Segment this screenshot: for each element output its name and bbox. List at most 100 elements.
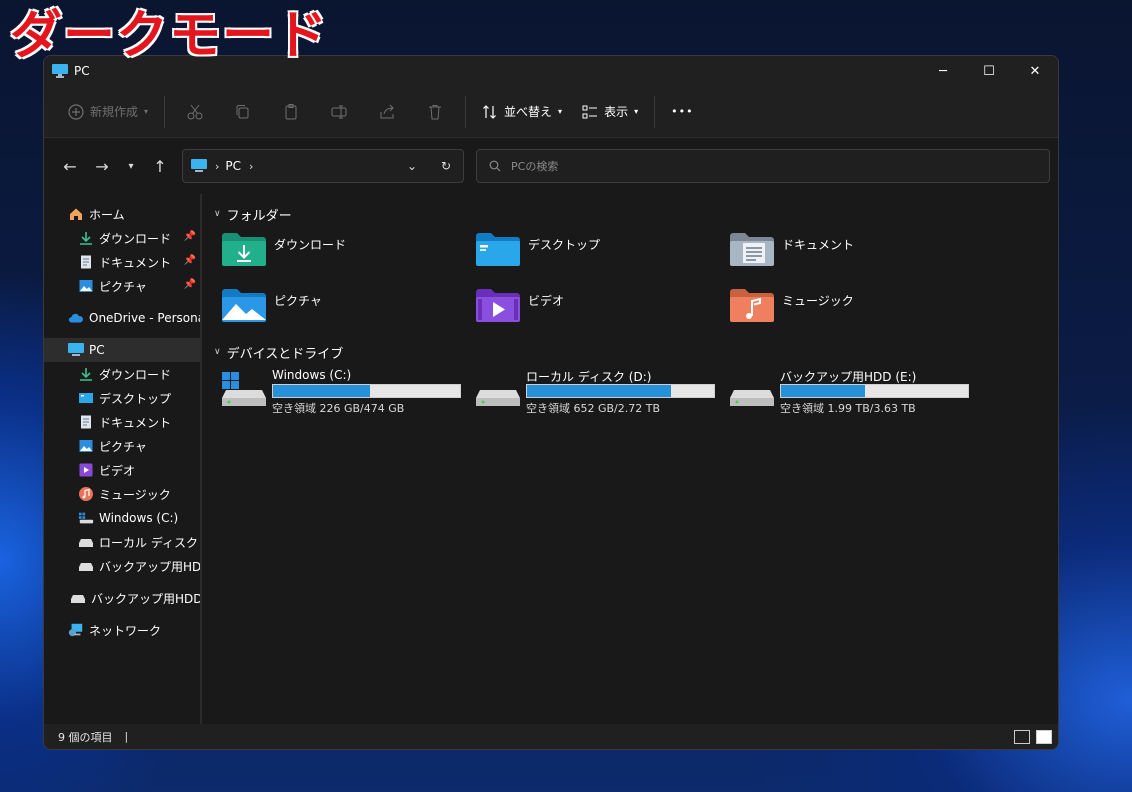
folder-label: ダウンロード xyxy=(274,238,347,252)
share-button[interactable] xyxy=(363,95,411,129)
sidebar-item-label: デスクトップ xyxy=(99,391,172,406)
forward-button[interactable]: → xyxy=(86,150,118,182)
sidebar-item-onedrive[interactable]: OneDrive - Personal xyxy=(44,306,200,330)
toolbar-divider xyxy=(654,95,656,128)
drive-label: Windows (C:) xyxy=(272,368,352,382)
chevron-down-icon: ▾ xyxy=(144,107,149,116)
sidebar-item-label: ダウンロード xyxy=(99,367,172,382)
delete-button[interactable] xyxy=(411,95,459,129)
up-button[interactable]: ↑ xyxy=(144,150,176,182)
breadcrumb-pc[interactable]: PC xyxy=(225,159,241,173)
new-button[interactable]: 新規作成 ▾ xyxy=(58,95,158,129)
pin-icon[interactable]: 📌 xyxy=(184,255,196,266)
folder-videos[interactable]: ビデオ xyxy=(476,282,730,338)
sidebar-item-videos[interactable]: ビデオ xyxy=(44,458,200,482)
sidebar-item-home[interactable]: ホーム xyxy=(44,202,200,226)
folder-documents[interactable]: ドキュメント xyxy=(730,226,984,282)
music-icon xyxy=(78,486,94,502)
sidebar-item-label: ピクチャ xyxy=(99,439,147,454)
search-box[interactable]: PCの検索 xyxy=(476,149,1050,183)
sidebar-item-documents[interactable]: ドキュメント xyxy=(44,410,200,434)
sidebar-item-label: ネットワーク xyxy=(89,623,162,638)
network-icon xyxy=(68,622,84,638)
navigation-pane: ホーム ダウンロード 📌 ドキュメント 📌 ピクチャ 📌 OneDrive - … xyxy=(44,194,202,726)
folders-group-header[interactable]: ∨ フォルダー xyxy=(208,202,1058,226)
drive-free-space: 空き領域 1.99 TB/3.63 TB xyxy=(780,402,916,415)
folder-label: ミュージック xyxy=(782,294,854,308)
drives-group-header[interactable]: ∨ デバイスとドライブ xyxy=(208,340,1058,364)
drive-e[interactable]: バックアップ用HDD (E:) 空き領域 1.99 TB/3.63 TB xyxy=(730,368,984,418)
address-history-dropdown[interactable]: ⌄ xyxy=(395,159,429,173)
sort-label: 並べ替え xyxy=(504,105,553,119)
recent-locations-button[interactable]: ▾ xyxy=(118,150,144,182)
pictures-folder-icon xyxy=(222,289,266,322)
view-label: 表示 xyxy=(604,105,629,119)
download-icon xyxy=(78,366,94,382)
trash-icon xyxy=(429,104,442,119)
minimize-button[interactable]: ─ xyxy=(920,56,966,86)
pin-icon[interactable]: 📌 xyxy=(184,279,196,290)
sidebar-item-downloads[interactable]: ダウンロード xyxy=(44,362,200,386)
address-bar[interactable]: › PC › ⌄ ↻ xyxy=(182,149,464,183)
back-button[interactable]: ← xyxy=(54,150,86,182)
folder-pictures[interactable]: ピクチャ xyxy=(222,282,476,338)
sidebar-item-external-drive[interactable]: バックアップ用HDD (E:) xyxy=(44,586,200,610)
drive-usage-bar xyxy=(780,384,969,398)
folder-desktop[interactable]: デスクトップ xyxy=(476,226,730,282)
file-explorer-window: PC ─ ☐ ✕ 新規作成 ▾ 並べ替え ▾ 表示 ▾ ••• ← → ▾ ↑ … xyxy=(43,55,1059,750)
folder-label: デスクトップ xyxy=(528,238,601,252)
desktop-icon xyxy=(78,390,94,406)
sort-button[interactable]: 並べ替え ▾ xyxy=(472,95,572,129)
view-list-icon xyxy=(582,105,598,118)
copy-button[interactable] xyxy=(219,95,267,129)
share-icon xyxy=(380,104,394,118)
folder-downloads[interactable]: ダウンロード xyxy=(222,226,476,282)
drive-usage-bar xyxy=(272,384,461,398)
rename-button[interactable] xyxy=(315,95,363,129)
tiles-view-button[interactable] xyxy=(1036,729,1052,744)
close-button[interactable]: ✕ xyxy=(1012,56,1058,86)
sidebar-item-pc[interactable]: PC xyxy=(44,338,200,362)
view-button[interactable]: 表示 ▾ xyxy=(572,95,648,129)
pin-icon[interactable]: 📌 xyxy=(184,231,196,242)
folder-music[interactable]: ミュージック xyxy=(730,282,984,338)
sidebar-item-quick-documents[interactable]: ドキュメント 📌 xyxy=(44,250,200,274)
sidebar-item-quick-pictures[interactable]: ピクチャ 📌 xyxy=(44,274,200,298)
sidebar-item-music[interactable]: ミュージック xyxy=(44,482,200,506)
refresh-button[interactable]: ↻ xyxy=(429,159,463,173)
drive-d[interactable]: ローカル ディスク (D:) 空き領域 652 GB/2.72 TB xyxy=(476,368,730,418)
more-options-button[interactable]: ••• xyxy=(661,95,703,129)
sidebar-item-quick-downloads[interactable]: ダウンロード 📌 xyxy=(44,226,200,250)
item-count: 9 個の項目 xyxy=(58,730,113,744)
toolbar-divider xyxy=(465,95,467,128)
pc-icon xyxy=(191,159,207,172)
drive-c[interactable]: Windows (C:) 空き領域 226 GB/474 GB xyxy=(222,368,476,418)
drive-icon xyxy=(476,368,520,408)
sidebar-item-drive-d[interactable]: ローカル ディスク (D:) xyxy=(44,530,200,554)
sidebar-item-label: バックアップ用HDD (E:) xyxy=(91,591,200,606)
sidebar-item-label: Windows (C:) xyxy=(99,511,179,525)
music-folder-icon xyxy=(730,289,774,322)
sidebar-item-desktop[interactable]: デスクトップ xyxy=(44,386,200,410)
cut-button[interactable] xyxy=(171,95,219,129)
sidebar-item-drive-e[interactable]: バックアップ用HDD (E xyxy=(44,554,200,578)
sidebar-item-label: ホーム xyxy=(89,207,125,222)
sidebar-item-label: OneDrive - Personal xyxy=(89,311,200,325)
navigation-bar: ← → ▾ ↑ › PC › ⌄ ↻ PCの検索 xyxy=(44,138,1058,194)
drives-grid: Windows (C:) 空き領域 226 GB/474 GB ローカル ディス… xyxy=(208,368,1058,418)
chevron-down-icon: ∨ xyxy=(214,347,221,357)
content-pane: ∨ フォルダー ダウンロード デスクトップ ドキュメント ピクチャ ビデオ ミュ… xyxy=(202,194,1058,726)
sidebar-item-drive-c[interactable]: Windows (C:) xyxy=(44,506,200,530)
group-title: フォルダー xyxy=(226,208,292,224)
home-icon xyxy=(68,206,84,222)
sidebar-item-label: PC xyxy=(89,343,105,357)
paste-button[interactable] xyxy=(267,95,315,129)
sidebar-item-pictures[interactable]: ピクチャ xyxy=(44,434,200,458)
drive-usage-fill xyxy=(781,385,866,397)
sort-icon xyxy=(483,104,496,119)
maximize-button[interactable]: ☐ xyxy=(966,56,1012,86)
folder-label: ドキュメント xyxy=(782,238,855,252)
sidebar-item-network[interactable]: ネットワーク xyxy=(44,618,200,642)
document-icon xyxy=(78,414,94,430)
details-view-button[interactable] xyxy=(1014,729,1030,744)
